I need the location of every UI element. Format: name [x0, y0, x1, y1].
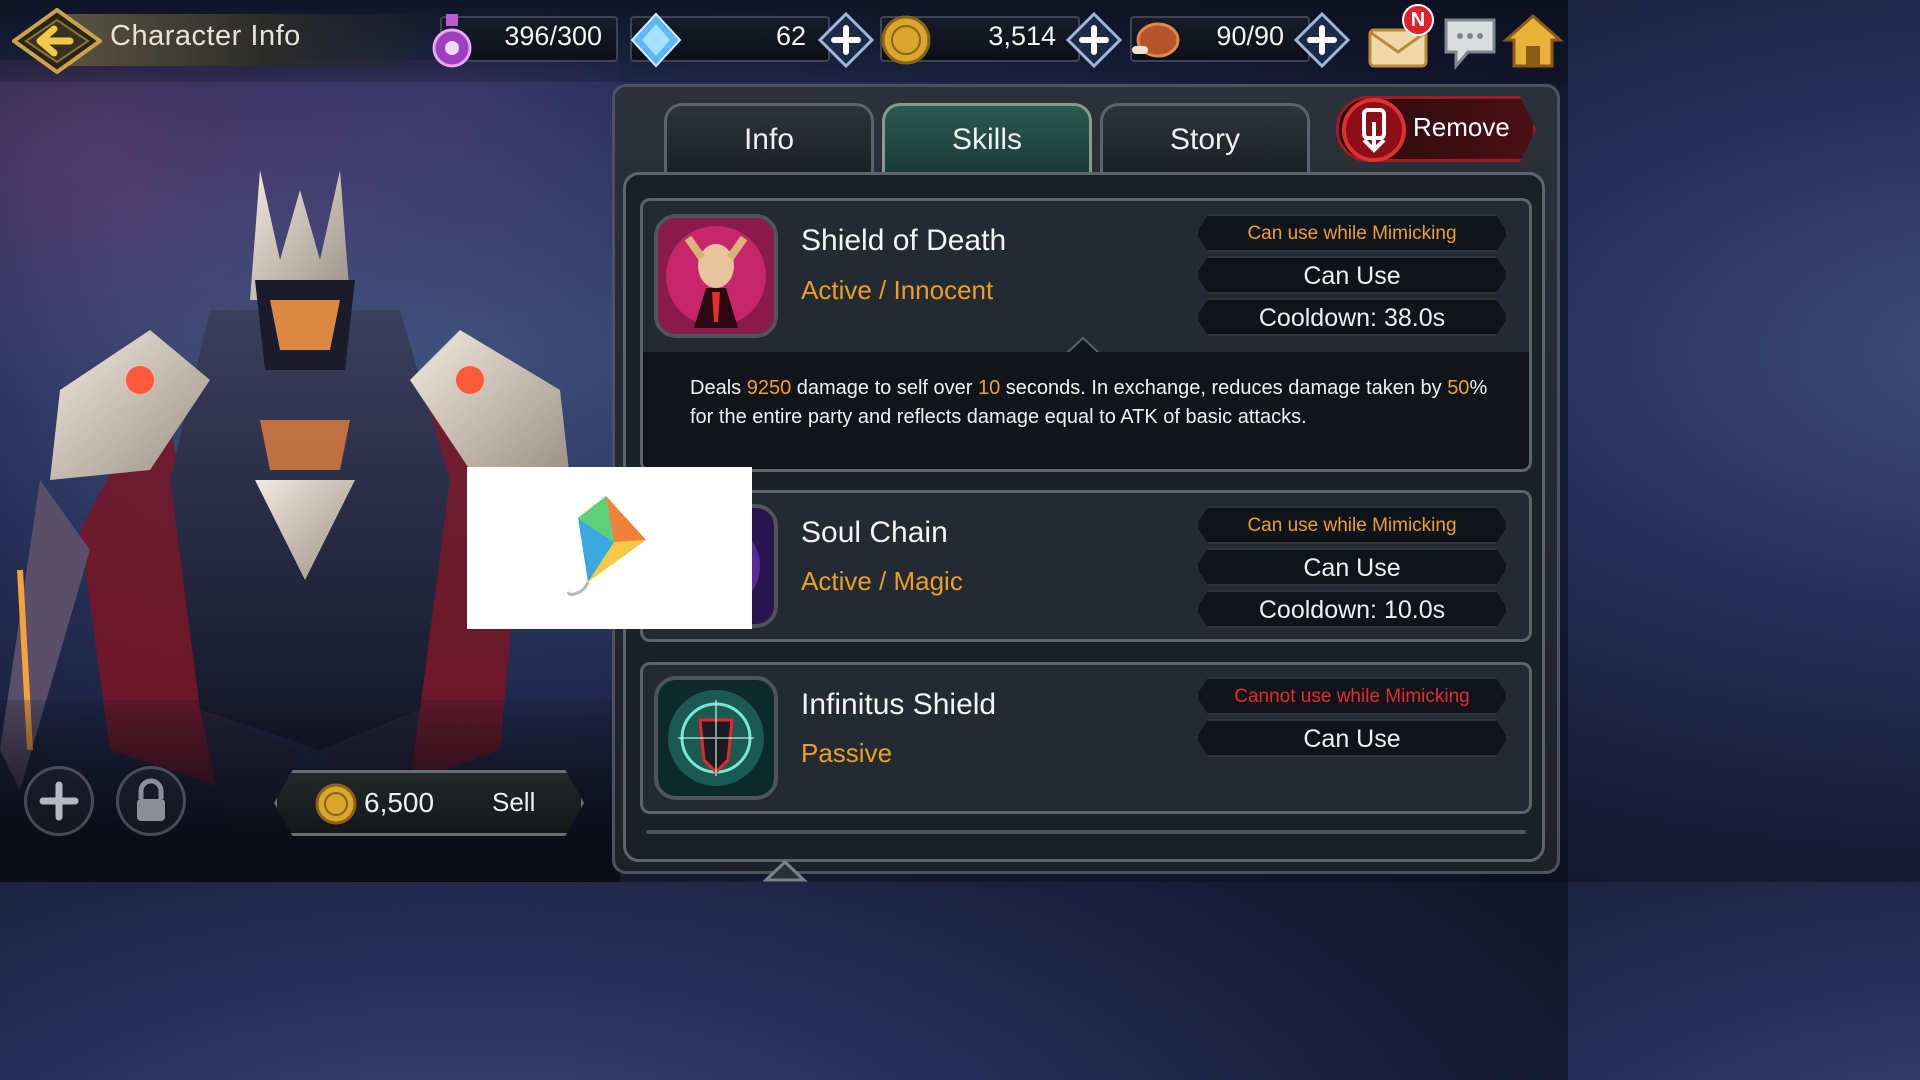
- lock-icon: [137, 778, 165, 821]
- kite-logo-icon: [566, 496, 646, 597]
- add-gold-plus-icon[interactable]: [1066, 12, 1122, 68]
- skill-name: Shield of Death: [801, 224, 1007, 257]
- tab-skills-label: Skills: [951, 123, 1022, 156]
- desc-part: Deals: [690, 377, 747, 399]
- meat-icon: [1132, 22, 1180, 58]
- mimic-status: Cannot use while Mimicking: [1196, 677, 1508, 715]
- tab-info[interactable]: Info: [664, 103, 874, 173]
- sell-price: 6,500: [364, 787, 435, 818]
- add-button[interactable]: [24, 766, 94, 836]
- page-title: Character Info: [110, 20, 301, 52]
- stamina-potion-icon: [432, 14, 472, 68]
- home-icon[interactable]: [1502, 10, 1564, 70]
- desc-value: 10: [977, 377, 1001, 399]
- tab-story-label: Story: [1169, 123, 1241, 156]
- mimic-status: Can use while Mimicking: [1196, 506, 1508, 544]
- skill-name: Infinitus Shield: [801, 688, 997, 721]
- add-gems-plus-icon[interactable]: [818, 12, 874, 68]
- remove-label: Remove: [1413, 112, 1510, 142]
- usable-status: Can Use: [1196, 256, 1508, 294]
- lock-button[interactable]: [116, 766, 186, 836]
- skill-type: Active / Innocent: [801, 275, 994, 305]
- chat-icon[interactable]: [1440, 14, 1500, 72]
- gems-value: 62: [775, 21, 806, 51]
- skill-type: Passive: [801, 738, 893, 768]
- scroll-down-indicator-icon[interactable]: [762, 856, 808, 882]
- gold-value: 3,514: [988, 21, 1056, 51]
- skill-icon-infinitus-shield: [654, 676, 778, 800]
- tab-info-label: Info: [743, 123, 795, 156]
- gem-icon: [630, 12, 682, 68]
- remove-icon: [1342, 98, 1406, 162]
- list-bottom-divider: [646, 830, 1526, 834]
- cooldown: Cooldown: 10.0s: [1196, 590, 1508, 628]
- desc-value: 50: [1447, 377, 1470, 399]
- desc-part: seconds. In exchange, reduces damage tak…: [1000, 377, 1448, 399]
- skill-type: Active / Magic: [801, 566, 963, 596]
- add-food-plus-icon[interactable]: [1294, 12, 1350, 68]
- mimic-status: Can use while Mimicking: [1196, 214, 1508, 252]
- sell-label: Sell: [492, 787, 536, 817]
- tab-story[interactable]: Story: [1100, 103, 1310, 173]
- stamina-value: 396/300: [504, 21, 602, 51]
- desc-value: 9250: [746, 377, 792, 399]
- cooldown: Cooldown: 38.0s: [1196, 298, 1508, 336]
- gold-coin-icon: [881, 15, 931, 65]
- skill-description: Deals 9250 damage to self over 10 second…: [690, 374, 1490, 432]
- skill-icon-shield-of-death: [654, 214, 778, 338]
- usable-status: Can Use: [1196, 548, 1508, 586]
- skill-name: Soul Chain: [801, 516, 948, 549]
- add-icon: [39, 781, 79, 821]
- tab-skills[interactable]: Skills: [882, 103, 1092, 173]
- usable-status: Can Use: [1196, 719, 1508, 757]
- desc-part: damage to self over: [791, 377, 978, 399]
- gold-coin-icon: [315, 783, 357, 825]
- food-value: 90/90: [1216, 21, 1284, 51]
- back-arrow-icon[interactable]: [12, 8, 102, 74]
- mail-notification-badge: N: [1402, 4, 1434, 36]
